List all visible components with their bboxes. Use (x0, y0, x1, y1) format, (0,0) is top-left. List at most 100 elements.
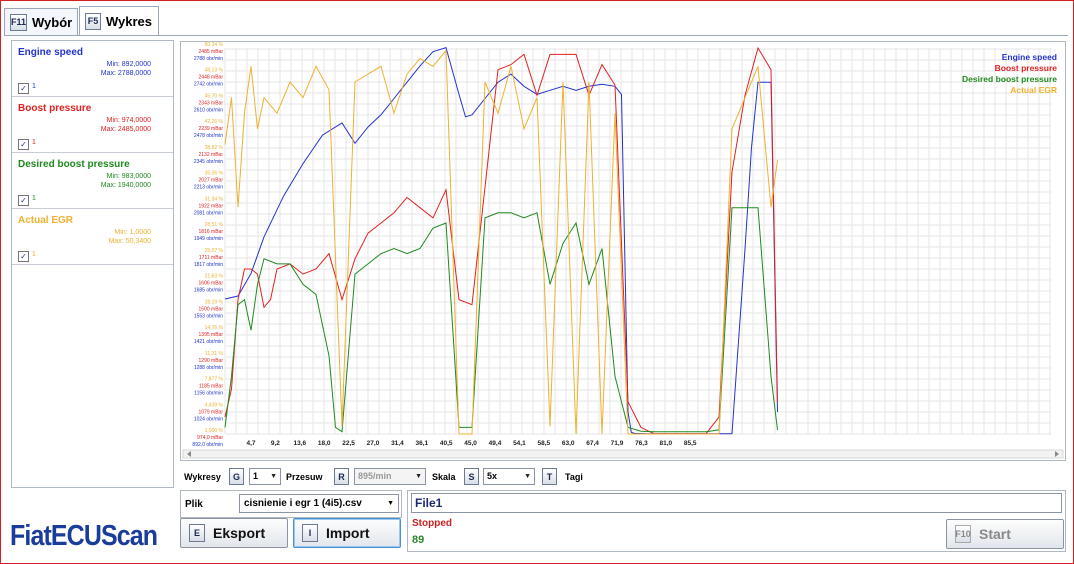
y-tick-label: 2239 mBar (199, 126, 224, 132)
eksport-key: E (189, 524, 205, 542)
y-tick-label: 2742 obr/min (194, 82, 223, 88)
przesuw-key[interactable]: R (334, 468, 349, 485)
series-list-panel: Engine speed Min: 892,0000 Max: 2788,000… (11, 40, 174, 488)
start-button[interactable]: F10 Start (946, 519, 1064, 549)
y-tick-label: 1,000 % (205, 428, 224, 434)
chevron-down-icon: ▼ (524, 473, 531, 480)
y-tick-label: 4,439 % (205, 402, 224, 408)
x-tick-label: 85,5 (684, 440, 697, 447)
x-tick-label: 71,9 (611, 440, 624, 447)
x-tick-label: 45,0 (464, 440, 477, 447)
series-min: Min: 892,0000 (106, 61, 151, 68)
tab-wybor-key: F11 (10, 13, 27, 31)
app-logo: FiatECUScan (10, 520, 158, 552)
przesuw-select[interactable]: 895/min ▼ (354, 468, 426, 485)
przesuw-value: 895/min (358, 471, 392, 481)
series-max: Max: 2485,0000 (100, 126, 151, 133)
x-tick-label: 76,3 (635, 440, 648, 447)
y-tick-label: 2610 obr/min (194, 107, 223, 113)
series-line-desired (224, 207, 778, 433)
x-tick-label: 22,5 (342, 440, 355, 447)
chart-legend-boost: Boost pressure (994, 63, 1057, 73)
chart-legend-egr: Actual EGR (1010, 85, 1057, 95)
eksport-button[interactable]: E Eksport (180, 518, 288, 548)
series-item-desired-boost[interactable]: Desired boost pressure Min: 983,0000 Max… (12, 153, 173, 209)
chart-legend-desired: Desired boost pressure (962, 74, 1057, 84)
eksport-label: Eksport (213, 525, 266, 541)
y-tick-label: 48,13 % (205, 68, 224, 74)
series-checkbox[interactable]: ✓ (18, 83, 29, 94)
tab-wykres[interactable]: F5 Wykres (79, 6, 159, 35)
series-item-boost-pressure[interactable]: Boost pressure Min: 974,0000 Max: 2485,0… (12, 97, 173, 153)
y-tick-label: 11,31 % (205, 351, 224, 357)
chevron-down-icon: ▼ (415, 473, 422, 480)
y-tick-label: 1711 mBar (199, 255, 223, 261)
series-item-actual-egr[interactable]: Actual EGR Min: 1,0000 Max: 50,3400 ✓ 1 (12, 209, 173, 265)
x-tick-label: 49,4 (489, 440, 502, 447)
y-tick-label: 50,34 % (205, 42, 224, 48)
series-number: 1 (32, 83, 36, 90)
chevron-down-icon: ▼ (387, 500, 394, 507)
x-tick-label: 36,1 (415, 440, 428, 447)
file-select-value: cisnienie i egr 1 (4i5).csv (244, 498, 362, 509)
chart-legend: Engine speed Boost pressure Desired boos… (962, 52, 1057, 96)
file-name-field[interactable]: File1 (411, 493, 1062, 513)
sample-count: 89 (412, 534, 425, 546)
x-tick-label: 67,4 (586, 440, 599, 447)
series-number: 1 (32, 139, 36, 146)
tagi-label: Tagi (565, 472, 583, 482)
wykresy-select[interactable]: 1 ▼ (249, 468, 281, 485)
import-button[interactable]: I Import (293, 518, 401, 548)
file-label: Plik (185, 499, 203, 510)
chevron-down-icon: ▼ (270, 473, 277, 480)
status-text: Stopped (412, 518, 452, 529)
series-max: Max: 1940,0000 (100, 182, 151, 189)
y-tick-label: 1079 mBar (199, 409, 224, 415)
y-tick-label: 25,07 % (205, 248, 224, 254)
y-tick-label: 2788 obr/min (194, 56, 223, 62)
start-key: F10 (955, 525, 971, 543)
skala-select[interactable]: 5x ▼ (483, 468, 535, 485)
y-tick-label: 7,877 % (205, 377, 224, 383)
skala-key[interactable]: S (464, 468, 479, 485)
series-line-boost (224, 46, 778, 435)
wykresy-label: Wykresy (184, 472, 221, 482)
series-checkbox[interactable]: ✓ (18, 139, 29, 150)
series-item-engine-speed[interactable]: Engine speed Min: 892,0000 Max: 2788,000… (12, 41, 173, 97)
x-tick-label: 81,0 (659, 440, 672, 447)
y-tick-label: 1949 obr/min (194, 236, 223, 242)
x-tick-label: 31,4 (391, 440, 404, 447)
wykresy-key[interactable]: G (229, 468, 244, 485)
y-tick-label: 1421 obr/min (194, 339, 223, 345)
series-min: Min: 983,0000 (106, 173, 151, 180)
y-tick-label: 2448 mBar (199, 75, 224, 81)
file-select[interactable]: cisnienie i egr 1 (4i5).csv ▼ (239, 494, 399, 513)
y-tick-label: 2132 mBar (199, 152, 224, 158)
y-tick-label: 2478 obr/min (194, 133, 223, 139)
tab-divider (4, 35, 1068, 36)
y-tick-label: 2081 obr/min (194, 210, 223, 216)
chart-area[interactable]: 50,34 % 2485 mBar 2788 obr/min 48,13 % 2448 … (180, 41, 1066, 461)
x-tick-label: 40,5 (440, 440, 453, 447)
y-tick-label: 1500 mBar (199, 306, 224, 312)
x-tick-label: 13,6 (293, 440, 306, 447)
x-tick-label: 9,2 (271, 440, 280, 447)
y-tick-label: 2343 mBar (199, 100, 224, 106)
series-line-egr (224, 49, 778, 435)
y-tick-label: 35,36 % (205, 171, 224, 177)
skala-value: 5x (487, 471, 498, 481)
file-panel: Plik cisnienie i egr 1 (4i5).csv ▼ (180, 490, 402, 518)
y-tick-label: 31,94 % (205, 196, 224, 202)
series-checkbox[interactable]: ✓ (18, 195, 29, 206)
horizontal-scrollbar (182, 449, 1064, 459)
tab-wykres-label: Wykres (105, 13, 152, 29)
y-tick-label: 1816 mBar (199, 229, 224, 235)
tagi-key[interactable]: T (542, 468, 557, 485)
przesuw-label: Przesuw (286, 472, 323, 482)
y-tick-label: 1288 obr/min (194, 365, 223, 371)
series-name: Boost pressure (18, 103, 92, 114)
tab-wybor[interactable]: F11 Wybór (4, 8, 78, 35)
series-checkbox[interactable]: ✓ (18, 251, 29, 262)
y-tick-label: 14,76 % (205, 325, 224, 331)
y-tick-label: 2345 obr/min (194, 159, 223, 165)
